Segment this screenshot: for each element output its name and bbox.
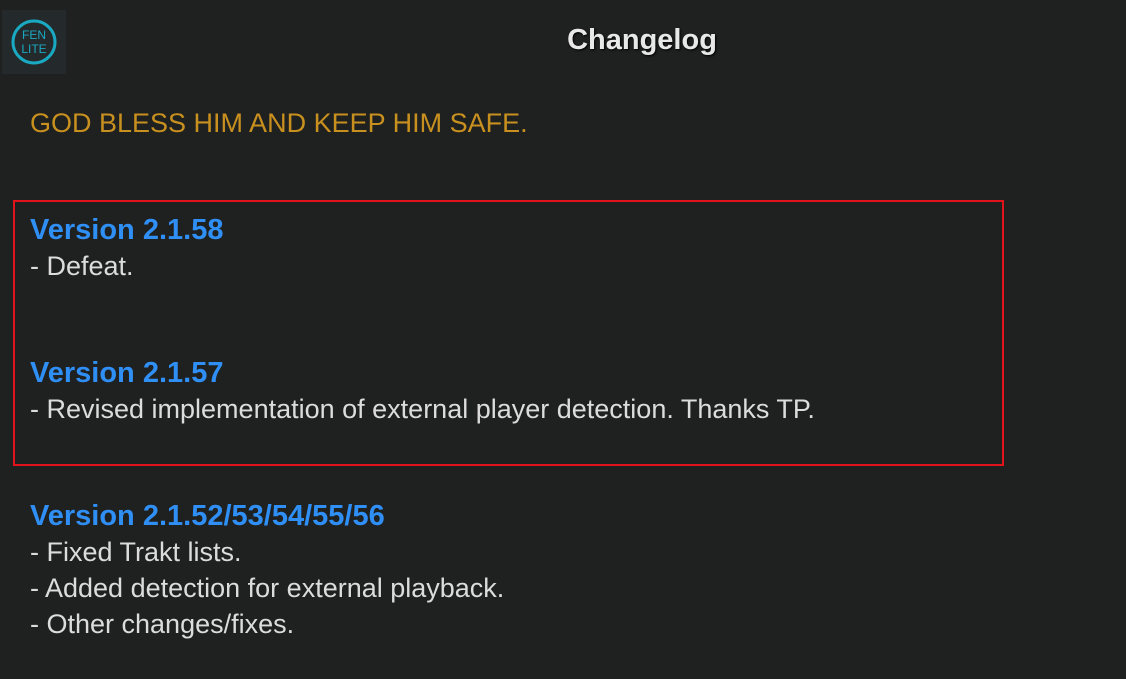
- fen-lite-logo-icon: FEN LITE: [11, 19, 57, 65]
- version-entry: - Added detection for external playback.: [30, 573, 505, 603]
- motto-text: GOD BLESS HIM AND KEEP HIM SAFE.: [30, 108, 528, 138]
- version-entry: - Defeat.: [30, 251, 134, 281]
- changelog-content[interactable]: GOD BLESS HIM AND KEEP HIM SAFE. Version…: [30, 105, 1090, 642]
- version-block-2-1-57: Version 2.1.57 - Revised implementation …: [30, 355, 1090, 427]
- logo-line2: LITE: [21, 42, 46, 56]
- version-entry: - Other changes/fixes.: [30, 609, 295, 639]
- version-block-2-1-52-56: Version 2.1.52/53/54/55/56 - Fixed Trakt…: [30, 498, 1090, 642]
- version-title: Version 2.1.57: [30, 357, 224, 389]
- version-entry: - Revised implementation of external pla…: [30, 394, 815, 424]
- version-block-2-1-58: Version 2.1.58 - Defeat.: [30, 212, 1090, 284]
- fen-lite-logo: FEN LITE: [2, 10, 66, 74]
- changelog-window: FEN LITE Changelog GOD BLESS HIM AND KEE…: [0, 0, 1126, 679]
- logo-line1: FEN: [22, 28, 46, 42]
- dialog-title: Changelog: [567, 24, 717, 56]
- version-title: Version 2.1.58: [30, 214, 224, 246]
- version-title: Version 2.1.52/53/54/55/56: [30, 500, 385, 532]
- version-entry: - Fixed Trakt lists.: [30, 537, 242, 567]
